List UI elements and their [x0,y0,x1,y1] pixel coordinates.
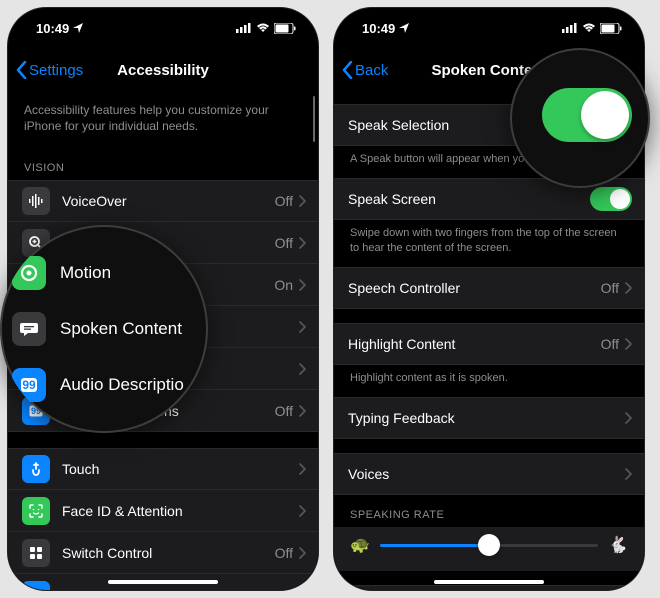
quotes-icon: 99 [12,368,46,402]
row-value: Off [275,403,293,419]
turtle-icon: 🐢 [350,535,370,555]
intro-text: Accessibility features help you customiz… [8,92,318,148]
svg-text:99: 99 [22,378,36,392]
settings-row[interactable]: Pronunciations [334,585,644,590]
settings-row[interactable]: Highlight ContentOff [334,323,644,365]
row-label: Switch Control [62,545,275,561]
back-button[interactable]: Back [342,61,388,79]
speech-bubble-icon [12,312,46,346]
switch-icon [22,539,50,567]
row-value: Off [275,235,293,251]
speaking-rate-slider-row: 🐢🐇 [334,527,644,571]
row-value: Off [601,336,619,352]
waveform-icon [22,187,50,215]
voice-icon [22,581,50,590]
status-bar: 10:49 [334,8,644,48]
settings-row[interactable]: Typing Feedback [334,397,644,439]
signal-icon [562,23,578,33]
row-value: Off [275,193,293,209]
section-header: SPEAKING RATE [334,495,644,527]
row-value: Off [601,280,619,296]
row-value: Off [275,587,293,590]
footer-text: Swipe down with two fingers from the top… [334,220,644,267]
row-label: VoiceOver [62,193,275,209]
magnified-toggle-on [542,88,632,142]
row-label: Voices [348,466,625,482]
row-label: Highlight Content [348,336,601,352]
magnifier-callout-right [510,48,650,188]
row-label: Face ID & Attention [62,503,299,519]
magnifier-callout-left: Motion Spoken Content 99 Audio Descripti… [0,225,208,433]
row-label: Typing Feedback [348,410,625,426]
home-indicator[interactable] [434,580,544,584]
wifi-icon [256,23,270,33]
settings-row[interactable]: Face ID & Attention [8,490,318,532]
battery-icon [600,23,622,34]
back-label: Settings [29,62,83,79]
speaking-rate-slider[interactable] [380,544,598,547]
row-label: Speech Controller [348,280,601,296]
back-button[interactable]: Settings [16,61,83,79]
status-bar: 10:49 [8,8,318,48]
home-indicator[interactable] [108,580,218,584]
row-label: Touch [62,461,299,477]
magnified-label: Motion [60,263,111,283]
touch-icon [22,455,50,483]
settings-row[interactable]: Voices [334,453,644,495]
wifi-icon [582,23,596,33]
toggle-switch[interactable] [590,187,632,211]
row-label: Speak Screen [348,191,590,207]
signal-icon [236,23,252,33]
settings-row[interactable]: Speech ControllerOff [334,267,644,309]
status-time: 10:49 [362,21,395,36]
row-value: On [274,277,293,293]
location-icon [399,21,409,36]
magnified-label: Audio Descriptio [60,375,184,395]
rabbit-icon: 🐇 [608,535,628,555]
magnified-row-audio-descriptions: 99 Audio Descriptio [0,357,208,413]
nav-bar: Settings Accessibility [8,48,318,92]
battery-icon [274,23,296,34]
location-icon [73,21,83,36]
section-header-vision: VISION [8,148,318,180]
settings-row[interactable]: VoiceOverOff [8,180,318,222]
row-value: Off [275,545,293,561]
back-label: Back [355,62,388,79]
status-time: 10:49 [36,21,69,36]
motion-icon [12,256,46,290]
settings-row[interactable]: Switch ControlOff [8,532,318,574]
magnified-label: Spoken Content [60,319,182,339]
faceid-icon [22,497,50,525]
page-title: Accessibility [117,62,209,79]
footer-text: Highlight content as it is spoken. [334,365,644,397]
magnified-row-spoken-content: Spoken Content [0,301,208,357]
settings-row[interactable]: Touch [8,448,318,490]
magnified-row-motion: Motion [0,245,208,301]
row-label: Voice Control [62,587,275,590]
scroll-indicator[interactable] [313,96,316,142]
